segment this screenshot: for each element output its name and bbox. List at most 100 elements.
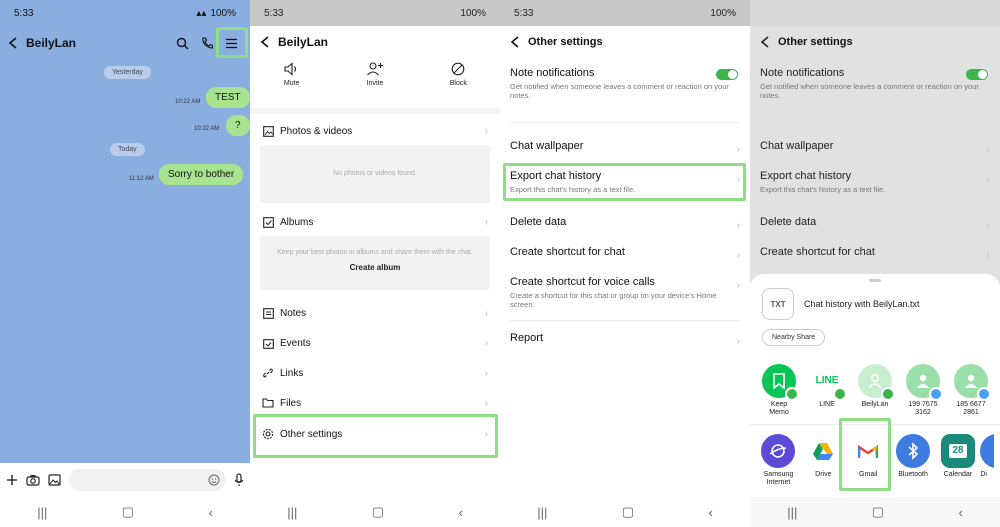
recents-icon[interactable]: ||| [287,505,297,520]
status-time: 5:33 [514,7,534,19]
emoji-icon[interactable] [208,474,220,486]
divider [750,424,1000,425]
setting-delete-data[interactable]: Delete data › [750,216,1000,231]
message-bubble[interactable]: ? [226,115,250,136]
message-time: 11:12 AM [129,176,154,182]
share-target-contact[interactable]: 199 7675 3162 [900,364,946,417]
setting-report[interactable]: Report › [500,332,750,347]
share-target-gmail[interactable]: Gmail [846,434,891,487]
share-target-calendar[interactable]: 28 Calendar [936,434,981,487]
chat-menu-screen: 5:33 100% BeilyLan Mute Invite Block Pho… [250,0,500,527]
setting-create-shortcut-voice[interactable]: Create shortcut for voice calls Create a… [500,276,750,310]
nearby-share-button[interactable]: Nearby Share [762,329,826,346]
setting-note-notifications[interactable]: Note notifications Get notified when som… [500,67,750,101]
app-label: Samsung Internet [763,471,794,487]
dimmed-settings: Other settings Note notifications Get no… [750,26,1000,276]
delete-data-label: Delete data [510,216,567,228]
camera-icon[interactable] [26,474,40,486]
invite-button[interactable]: Invite [345,62,405,87]
menu-item-photos[interactable]: Photos & videos › [250,120,500,142]
share-target-partial[interactable]: Di [980,434,995,487]
share-target-contact[interactable]: BeilyLan [852,364,898,417]
menu-item-files[interactable]: Files › [250,392,500,414]
speaker-mute-icon [284,62,300,76]
setting-chat-wallpaper[interactable]: Chat wallpaper › [500,140,750,155]
home-icon[interactable]: ▢ [872,504,884,520]
recents-icon[interactable]: ||| [537,505,547,520]
settings-header: Other settings [500,26,750,58]
image-icon[interactable] [48,474,61,486]
back-nav-icon[interactable]: ‹ [708,505,712,520]
message-input[interactable] [69,469,226,491]
menu-header: BeilyLan [250,26,500,58]
menu-item-other-settings[interactable]: Other settings › [250,423,500,445]
sheet-handle[interactable] [869,279,881,282]
back-nav-icon[interactable]: ‹ [458,505,462,520]
back-arrow-icon[interactable] [760,36,770,48]
share-sheet: TXT Chat history with BeilyLan.txt Nearb… [750,274,1000,497]
home-icon[interactable]: ▢ [372,504,384,520]
home-icon[interactable]: ▢ [122,504,134,520]
status-bar: 5:33 ▴▴ 100% [0,0,250,26]
back-arrow-icon[interactable] [510,36,520,48]
microphone-icon[interactable] [234,473,244,487]
share-target-samsung-internet[interactable]: Samsung Internet [756,434,801,487]
note-notifications-toggle[interactable] [966,69,988,80]
chevron-right-icon: › [986,250,990,261]
links-label: Links [280,367,304,379]
setting-create-shortcut[interactable]: Create shortcut for chat › [500,246,750,261]
system-nav-bar: ||| ▢ ‹ [250,497,500,527]
home-icon[interactable]: ▢ [622,504,634,520]
back-arrow-icon[interactable] [8,37,18,49]
app-label: Calendar [943,471,973,478]
contact-avatar-icon [906,364,943,401]
setting-note-notifications[interactable]: Note notifications Get notified when som… [750,67,1000,101]
delete-data-label: Delete data [760,216,817,228]
setting-chat-wallpaper[interactable]: Chat wallpaper › [750,140,1000,155]
menu-item-notes[interactable]: Notes › [250,302,500,324]
phone-icon[interactable] [201,37,213,49]
status-time: 5:33 [14,7,34,19]
search-icon[interactable] [176,37,189,50]
line-logo-text: LINE [815,375,839,387]
block-icon [451,62,465,76]
note-icon [262,307,274,319]
system-nav-bar: ||| ▢ ‹ [0,497,250,527]
recents-icon[interactable]: ||| [787,505,797,520]
settings-title: Other settings [778,36,853,48]
back-nav-icon[interactable]: ‹ [208,505,212,520]
message-bubble[interactable]: TEST [206,87,250,108]
back-nav-icon[interactable]: ‹ [958,505,962,520]
share-target-line[interactable]: LINE LINE [804,364,850,417]
share-target-drive[interactable]: Drive [801,434,846,487]
share-target-bluetooth[interactable]: Bluetooth [891,434,936,487]
share-target-keep-memo[interactable]: Keep Memo [756,364,802,417]
setting-export-chat[interactable]: Export chat history Export this chat's h… [500,170,750,194]
export-chat-desc: Export this chat's history as a text fil… [510,185,636,194]
mute-button[interactable]: Mute [262,62,322,87]
block-button[interactable]: Block [428,62,488,87]
recents-icon[interactable]: ||| [37,505,47,520]
menu-item-links[interactable]: Links › [250,362,500,384]
menu-item-albums[interactable]: Albums › [250,211,500,233]
setting-export-chat[interactable]: Export chat history Export this chat's h… [750,170,1000,194]
chevron-right-icon: › [484,216,488,228]
create-album-button[interactable]: Create album [274,263,476,272]
contact-avatar-icon [858,364,895,401]
app-icon [980,434,995,468]
settings-header: Other settings [750,26,1000,58]
menu-icon[interactable] [225,38,238,49]
menu-item-events[interactable]: Events › [250,332,500,354]
create-shortcut-voice-label: Create shortcut for voice calls [510,276,655,288]
plus-icon[interactable] [6,474,18,486]
setting-create-shortcut[interactable]: Create shortcut for chat › [750,246,1000,261]
share-target-contact[interactable]: 185 6677 2861 [948,364,994,417]
battery-text: 100% [710,7,736,19]
message-bubble[interactable]: Sorry to bother [159,164,244,185]
divider [510,122,740,123]
back-arrow-icon[interactable] [260,36,270,48]
chevron-right-icon: › [484,397,488,409]
create-shortcut-label: Create shortcut for chat [510,246,625,258]
note-notifications-toggle[interactable] [716,69,738,80]
setting-delete-data[interactable]: Delete data › [500,216,750,231]
